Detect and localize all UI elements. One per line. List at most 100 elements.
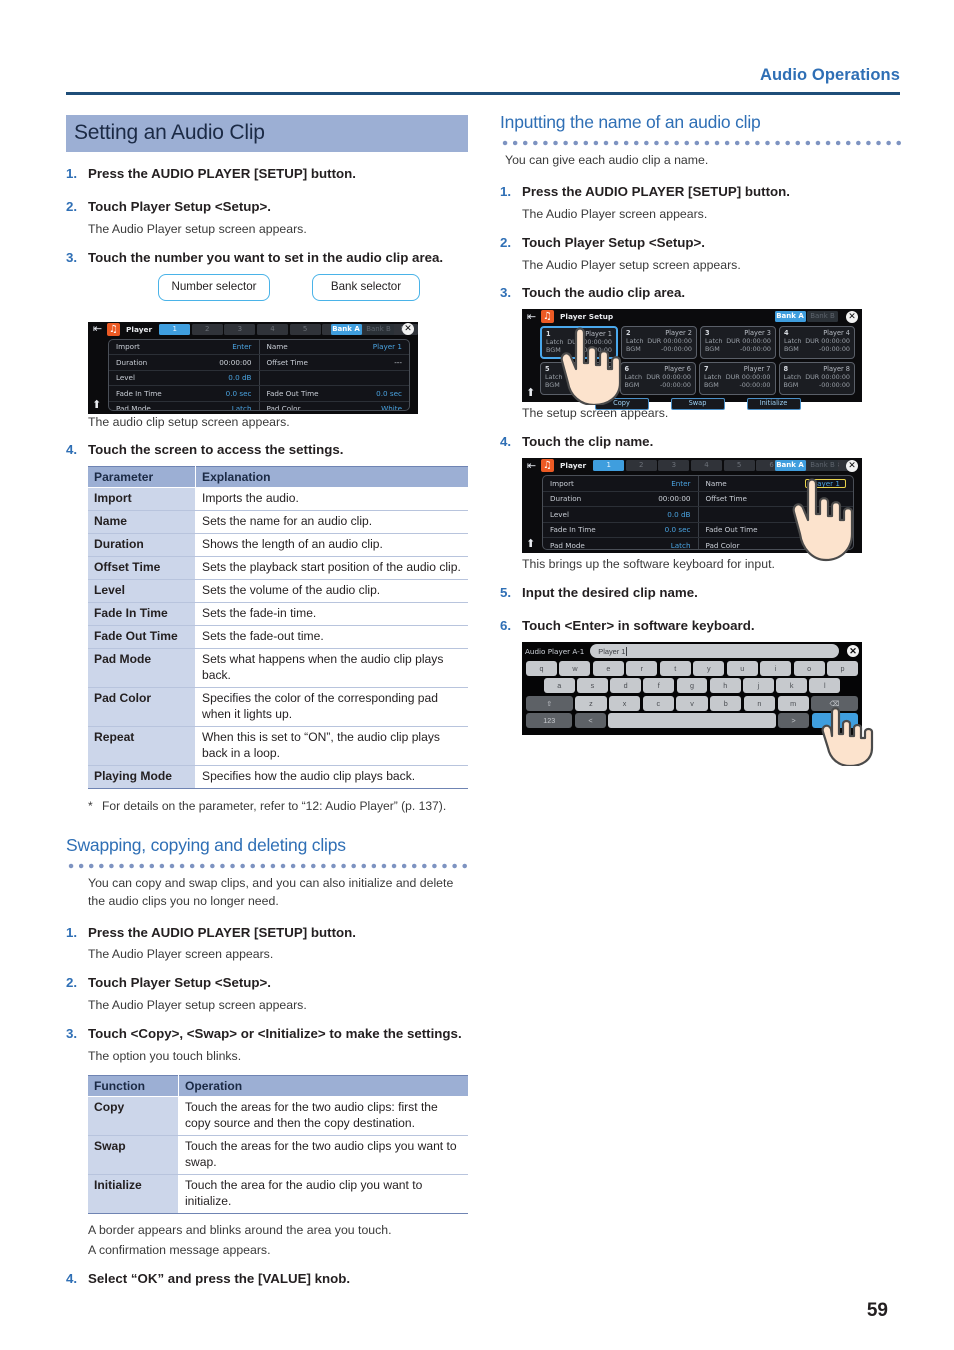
param-desc: Sets the volume of the audio clip. <box>195 579 468 604</box>
close-icon[interactable]: ✕ <box>847 645 859 658</box>
setting-offset-time[interactable]: Offset Time --- <box>260 355 410 370</box>
number-button-5[interactable]: 5 <box>289 323 321 335</box>
bank-a-button[interactable]: Bank A <box>330 323 362 335</box>
number-button-4[interactable]: 4 <box>256 323 288 335</box>
key-c[interactable]: c <box>642 695 674 711</box>
number-button-1[interactable]: 1 <box>159 323 191 335</box>
bank-a-button[interactable]: Bank A <box>774 311 806 323</box>
setting-name[interactable]: Name Player 1 <box>699 476 854 491</box>
name-input[interactable]: Player 1 <box>590 644 839 659</box>
setting-import[interactable]: Import Enter <box>543 476 699 491</box>
setting-pad-color[interactable]: Pad Color White <box>699 538 854 549</box>
clip-cell-5[interactable]: 5 Player 5 Latch DUR 00:00:00 BGM -00:00:00 <box>540 362 617 396</box>
clip-cell-4[interactable]: 4 Player 4 Latch DUR 00:00:00 BGM -00:00:00 <box>779 326 855 360</box>
key-x[interactable]: x <box>609 695 641 711</box>
numeric-key[interactable]: 123 <box>526 713 573 729</box>
close-icon[interactable]: ✕ <box>846 310 858 323</box>
close-icon[interactable]: ✕ <box>846 459 858 472</box>
setting-fade-out-time[interactable]: Fade Out Time 0.0 sec <box>699 523 854 538</box>
key-q[interactable]: q <box>526 660 557 676</box>
setting-level[interactable]: Level 0.0 dB <box>543 507 699 522</box>
setting-pad-mode[interactable]: Pad Mode Latch <box>109 401 260 410</box>
bank-b-button[interactable]: Bank B <box>807 311 838 323</box>
backspace-key[interactable]: ⌫ <box>811 695 859 711</box>
clip-cell-8[interactable]: 8 Player 8 Latch DUR 00:00:00 BGM -00:00:00 <box>778 362 855 396</box>
space-key[interactable] <box>608 713 776 729</box>
param-desc: Sets what happens when the audio clip pl… <box>195 648 468 688</box>
return-icon[interactable]: ⇤ <box>525 459 538 473</box>
cursor-right-key[interactable]: > <box>778 713 810 729</box>
scroll-up-icon[interactable]: ⬆ <box>526 387 535 399</box>
key-h[interactable]: h <box>709 678 741 694</box>
scroll-up-icon[interactable]: ⬆ <box>92 398 101 411</box>
setting-duration[interactable]: Duration 00:00:00 <box>543 491 699 507</box>
key-v[interactable]: v <box>676 695 708 711</box>
clip-name-value[interactable]: Player 1 <box>804 478 846 488</box>
clip-playmode: BGM <box>704 381 719 390</box>
key-j[interactable]: j <box>743 678 774 694</box>
key-s[interactable]: s <box>577 678 608 694</box>
initialize-button[interactable]: Initialize <box>746 398 801 411</box>
key-r[interactable]: r <box>626 660 658 676</box>
shift-key[interactable]: ⇧ <box>526 695 573 711</box>
scroll-up-icon[interactable]: ⬆ <box>526 538 535 550</box>
setting-fade-in-time[interactable]: Fade In Time 0.0 sec <box>543 522 699 538</box>
key-z[interactable]: z <box>575 695 607 711</box>
setting-offset-time[interactable]: Offset Time <box>699 492 854 507</box>
key-p[interactable]: p <box>827 660 859 676</box>
number-button-5[interactable]: 5 <box>723 460 755 472</box>
enter-key[interactable]: ↵ <box>811 713 858 729</box>
clip-cell-6[interactable]: 6 Player 6 Latch DUR 00:00:00 BGM -00:00:00 <box>619 362 696 396</box>
key-y[interactable]: y <box>693 660 725 676</box>
key-b[interactable]: b <box>710 695 742 711</box>
clip-cell-2[interactable]: 2 Player 2 Latch DUR 00:00:00 BGM -00:00:00 <box>621 326 697 360</box>
setting-pad-mode[interactable]: Pad Mode Latch <box>543 538 699 550</box>
key-a[interactable]: a <box>543 678 575 694</box>
param-name: Import <box>88 487 196 512</box>
return-icon[interactable]: ⇤ <box>91 322 104 336</box>
number-button-2[interactable]: 2 <box>625 460 657 472</box>
return-icon[interactable]: ⇤ <box>525 310 538 324</box>
setting-duration[interactable]: Duration 00:00:00 <box>109 355 260 370</box>
setting-pad-color[interactable]: Pad Color White <box>260 402 410 409</box>
setting-import[interactable]: Import Enter <box>109 339 260 355</box>
setting-fade-in-time[interactable]: Fade In Time 0.0 sec <box>109 386 260 401</box>
key-m[interactable]: m <box>777 695 809 711</box>
number-button-3[interactable]: 3 <box>658 460 690 472</box>
clip-cell-7[interactable]: 7 Player 7 Latch DUR 00:00:00 BGM -00:00:00 <box>699 362 776 396</box>
key-k[interactable]: k <box>776 678 807 694</box>
number-button-2[interactable]: 2 <box>191 323 223 335</box>
bank-b-button[interactable]: Bank B <box>363 323 394 335</box>
key-n[interactable]: n <box>743 695 776 711</box>
key-e[interactable]: e <box>592 660 624 676</box>
setting-level[interactable]: Level 0.0 dB <box>109 370 260 386</box>
key-d[interactable]: d <box>610 678 641 694</box>
key-i[interactable]: i <box>760 660 792 676</box>
setting-fade-out-time[interactable]: Fade Out Time 0.0 sec <box>260 386 410 401</box>
bank-a-button[interactable]: Bank A <box>774 460 806 472</box>
copy-button[interactable]: Copy <box>594 398 649 411</box>
swap-button[interactable]: Swap <box>670 398 725 411</box>
clip-name: Player 7 <box>743 365 771 374</box>
number-button-1[interactable]: 1 <box>593 460 625 472</box>
key-f[interactable]: f <box>643 678 675 694</box>
clip-cell-3[interactable]: 3 Player 3 Latch DUR 00:00:00 BGM -00:00:00 <box>700 326 776 360</box>
bank-selector[interactable]: Bank A Bank B <box>774 460 838 472</box>
setting-name[interactable]: Name Player 1 <box>260 340 410 355</box>
param-desc: When this is set to “ON”, the audio clip… <box>195 726 468 766</box>
clip-cell-1[interactable]: 1 Player 1 Latch DUR 00:00:00 BGM -00:00:00 <box>540 326 618 360</box>
key-g[interactable]: g <box>676 678 708 694</box>
number-button-4[interactable]: 4 <box>690 460 722 472</box>
key-o[interactable]: o <box>793 660 825 676</box>
bank-selector[interactable]: Bank A Bank B <box>330 323 394 335</box>
bank-selector[interactable]: Bank A Bank B <box>774 311 838 323</box>
figure-software-keyboard: Audio Player A-1 Player 1 ✕ q w e r t y … <box>522 641 902 766</box>
key-t[interactable]: t <box>659 660 691 676</box>
device-titlebar: ⇤ ♫ Player Setup Bank A Bank B ✕ <box>522 309 862 324</box>
key-u[interactable]: u <box>726 660 758 676</box>
bank-b-button[interactable]: Bank B <box>807 460 838 472</box>
cursor-left-key[interactable]: < <box>574 713 606 729</box>
number-button-3[interactable]: 3 <box>224 323 256 335</box>
key-l[interactable]: l <box>809 678 841 694</box>
key-w[interactable]: w <box>559 660 591 676</box>
